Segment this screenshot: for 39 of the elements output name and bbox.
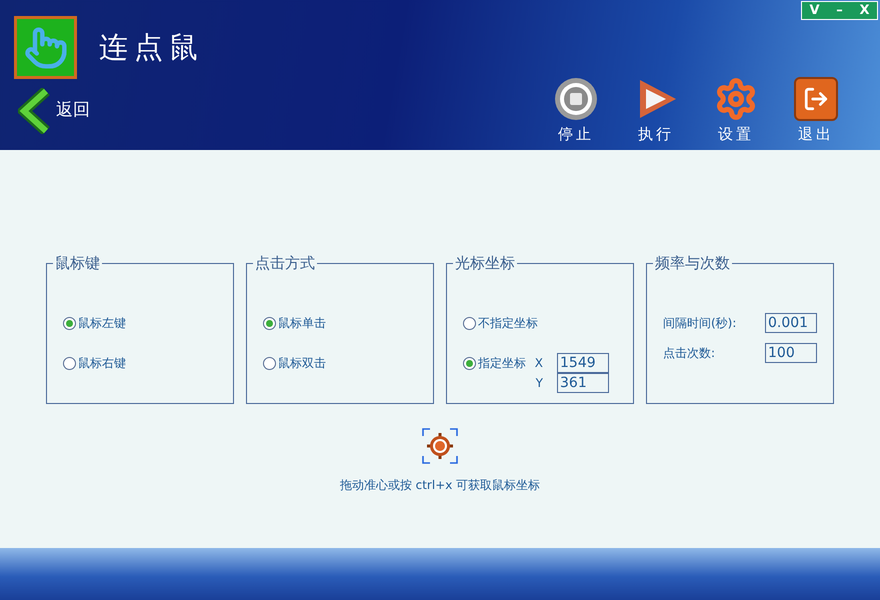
radio-button[interactable]	[263, 356, 276, 370]
crosshair-icon[interactable]	[421, 427, 459, 465]
group-title: 鼠标键	[54, 253, 101, 274]
group-title: 点击方式	[254, 253, 316, 274]
hint-text: 拖动准心或按 ctrl+x 可获取鼠标坐标	[340, 477, 540, 494]
radio-label: 鼠标右键	[78, 355, 126, 372]
field-label: Y	[536, 374, 543, 392]
stop-icon	[554, 77, 598, 121]
settings-icon	[714, 77, 758, 121]
radio-button[interactable]	[263, 316, 276, 330]
input-field[interactable]: 0.001	[765, 312, 817, 332]
field-label: X	[534, 355, 543, 372]
radio-button[interactable]	[63, 316, 76, 330]
exit-icon	[794, 77, 838, 121]
toolbar-button[interactable]: 停止	[554, 77, 598, 146]
field-label: 点击次数:	[663, 344, 716, 362]
group-title: 光标坐标	[454, 253, 516, 274]
window-control-button[interactable]: –	[827, 2, 852, 19]
radio-label: 鼠标左键	[78, 315, 126, 332]
window-control-button[interactable]: X	[852, 2, 877, 19]
input-field[interactable]: 361	[557, 372, 609, 392]
radio-label: 鼠标双击	[278, 355, 326, 372]
radio-label: 指定坐标	[478, 355, 526, 372]
radio-button[interactable]	[463, 316, 476, 330]
app-logo-icon	[14, 16, 77, 79]
input-field[interactable]: 100	[765, 342, 817, 362]
radio-button[interactable]	[463, 356, 476, 370]
radio-label: 不指定坐标	[478, 315, 538, 332]
toolbar-button[interactable]: 设置	[714, 77, 758, 146]
window-control-button[interactable]: V	[802, 2, 827, 19]
toolbar-button[interactable]: 执行	[634, 77, 678, 146]
back-button[interactable]: 返回	[18, 88, 90, 134]
radio-button[interactable]	[63, 356, 76, 370]
window-title: 连点鼠	[99, 28, 204, 66]
radio-label: 鼠标单击	[278, 315, 326, 332]
field-label: 间隔时间(秒):	[663, 314, 736, 332]
input-field[interactable]: 1549	[557, 353, 609, 373]
group-title: 频率与次数	[654, 253, 731, 274]
toolbar-button[interactable]: 退出	[794, 77, 838, 146]
